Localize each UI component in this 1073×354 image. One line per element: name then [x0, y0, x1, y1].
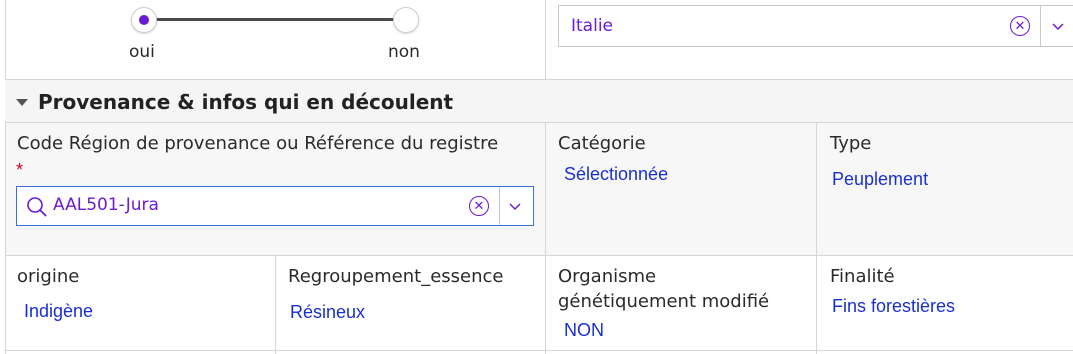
- region-code-label: Code Région de provenance ou Référence d…: [17, 133, 499, 154]
- required-mark: *: [16, 160, 24, 180]
- categorie-value: Sélectionnée: [564, 164, 669, 184]
- type-label: Type: [830, 133, 872, 154]
- select-separator: [499, 187, 500, 225]
- select-separator: [1040, 6, 1041, 46]
- regroupement-value: Résineux: [290, 302, 366, 322]
- origine-value: Indigène: [24, 301, 94, 321]
- region-code-input[interactable]: AAL501-Jura ✕: [16, 186, 534, 226]
- origine-label: origine: [17, 266, 80, 287]
- search-icon: [27, 197, 47, 217]
- caret-down-icon[interactable]: [16, 99, 28, 106]
- chevron-down-icon[interactable]: [1051, 19, 1065, 33]
- close-circle-icon[interactable]: ✕: [1010, 16, 1030, 36]
- slider-option-oui[interactable]: [131, 7, 157, 33]
- section-title: Provenance & infos qui en découlent: [38, 90, 454, 114]
- chevron-down-icon[interactable]: [508, 199, 522, 213]
- slider-label-oui: oui: [129, 42, 155, 62]
- country-select[interactable]: Italie ✕: [558, 5, 1073, 47]
- finalite-label: Finalité: [830, 266, 895, 287]
- slider-track[interactable]: [144, 18, 406, 21]
- ogm-label-line1: Organisme: [558, 266, 657, 287]
- regroupement-label: Regroupement_essence: [288, 266, 504, 287]
- categorie-label: Catégorie: [558, 133, 646, 154]
- ogm-value: NON: [564, 320, 604, 340]
- close-circle-icon[interactable]: ✕: [469, 196, 489, 216]
- type-value: Peuplement: [832, 169, 929, 189]
- finalite-value: Fins forestières: [832, 296, 956, 316]
- region-code-value: AAL501-Jura: [53, 195, 159, 215]
- country-select-value: Italie: [571, 16, 614, 36]
- slider-option-non[interactable]: [393, 7, 419, 33]
- ogm-label-line2: génétiquement modifié: [558, 291, 770, 312]
- slider-label-non: non: [388, 42, 420, 62]
